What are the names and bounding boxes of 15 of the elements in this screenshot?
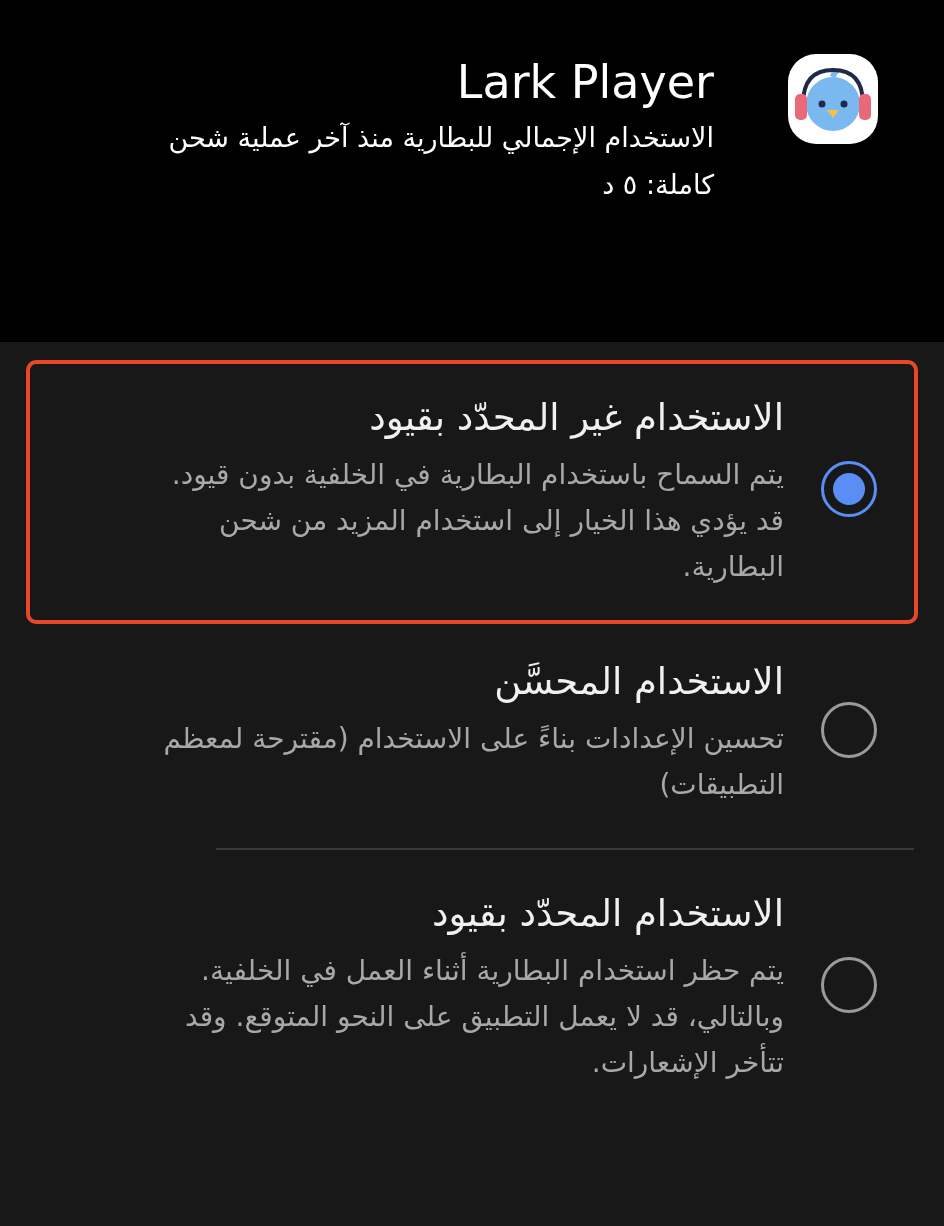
option-title: الاستخدام المحدّد بقيود — [430, 891, 784, 937]
radio-button[interactable] — [821, 957, 877, 1013]
bird-headphones-icon — [786, 52, 880, 146]
option-description: يتم حظر استخدام البطارية أثناء العمل في الخلفية. وبالتالي، قد لا يعمل التطبيق على النحو المتوقع. وقد تتأخر الإشعارات. — [184, 951, 784, 1081]
radio-button[interactable] — [821, 461, 877, 517]
option-title: الاستخدام غير المحدّد بقيود — [368, 395, 784, 441]
battery-option-row[interactable]: الاستخدام غير المحدّد بقيود يتم السماح باستخدام البطارية في الخلفية بدون قيود. قد يؤدي هذا الخيار إلى استخدام المزيد من شحن البطارية. — [26, 360, 918, 624]
battery-option-row[interactable]: الاستخدام المحدّد بقيود يتم حظر استخدام البطارية أثناء العمل في الخلفية. وبالتالي، قد لا يعمل التطبيق على النحو المتوقع. وقد تتأخر الإشعارات. — [26, 856, 918, 1120]
radio-button[interactable] — [821, 702, 877, 758]
battery-option-row[interactable]: الاستخدام المحسَّن تحسين الإعدادات بناءً على الاستخدام (مقترحة لمعظم التطبيقات) — [26, 624, 918, 842]
battery-usage-text: الاستخدام الإجمالي للبطارية منذ آخر عملية شحن كاملة: ٥ د — [167, 121, 714, 202]
option-title: الاستخدام المحسَّن — [493, 659, 784, 705]
app-name: Lark Player — [456, 54, 714, 111]
option-description: تحسين الإعدادات بناءً على الاستخدام (مقترحة لمعظم التطبيقات) — [162, 721, 784, 803]
option-description: يتم السماح باستخدام البطارية في الخلفية بدون قيود. قد يؤدي هذا الخيار إلى استخدام المزيد من شحن البطارية. — [170, 457, 784, 585]
